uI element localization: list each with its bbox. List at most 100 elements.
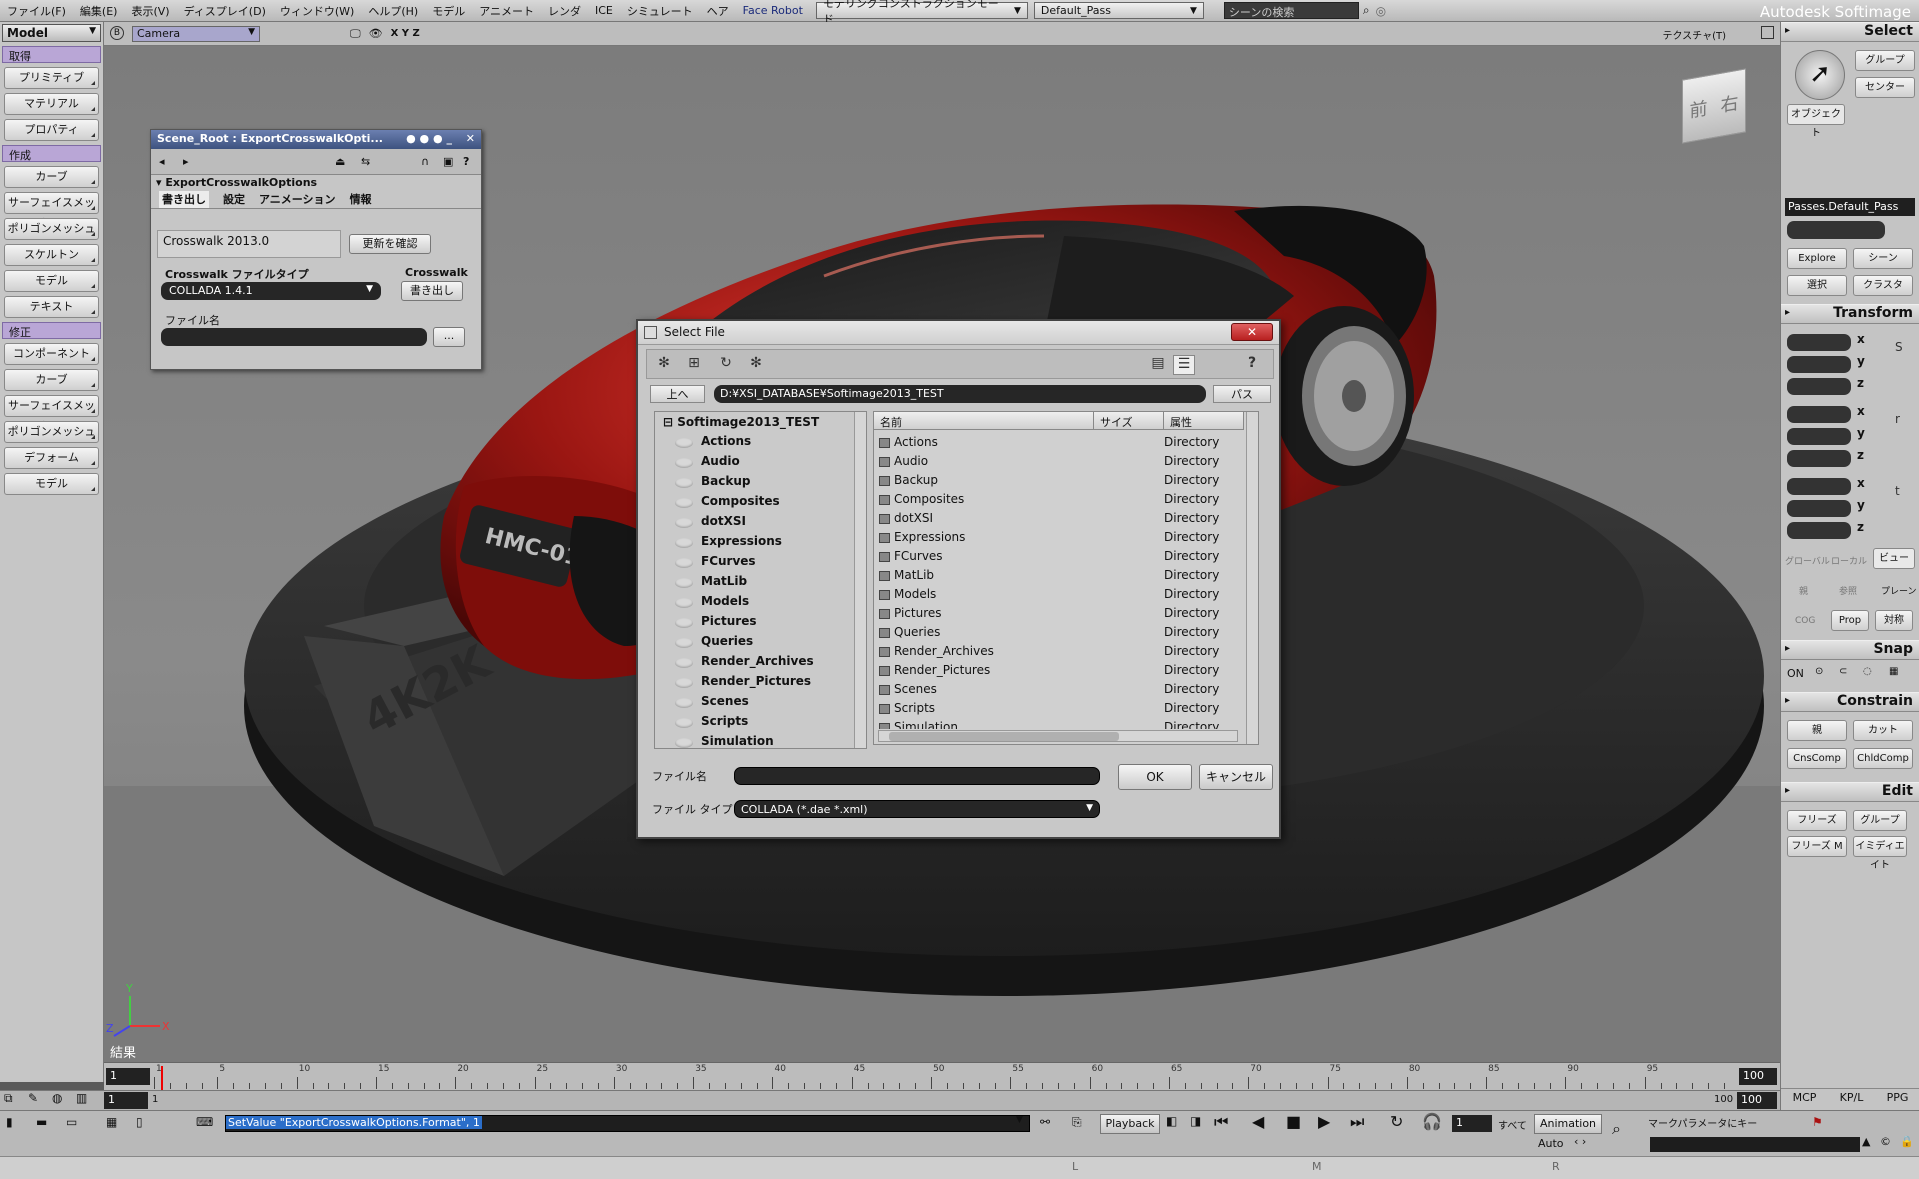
browse-button[interactable]: ... — [433, 327, 465, 347]
select-group-button[interactable]: グループ — [1855, 50, 1915, 71]
menu-edit[interactable]: 編集(E) — [73, 3, 125, 19]
layout-2-icon[interactable]: ▬ — [36, 1115, 47, 1129]
scene-button[interactable]: シーン — [1853, 248, 1913, 269]
create-curve-button[interactable]: カーブ — [4, 166, 99, 188]
explore-button[interactable]: Explore — [1787, 248, 1847, 269]
tab-export[interactable]: 書き出し — [159, 191, 209, 208]
constrain-parent-button[interactable]: 親 — [1787, 720, 1847, 741]
up-folder-button[interactable]: 上へ — [650, 385, 705, 403]
first-frame-icon[interactable]: ⏮ — [1214, 1112, 1228, 1132]
info-icon[interactable]: ● — [433, 132, 443, 145]
tree-item[interactable]: Scripts — [674, 714, 748, 728]
file-list[interactable]: 名前 サイズ 属性 Actions Directory Audio Director… — [873, 411, 1259, 745]
dialog-filename-input[interactable] — [734, 767, 1100, 785]
translate-icon[interactable]: t — [1895, 484, 1900, 498]
ok-button[interactable]: OK — [1118, 764, 1192, 790]
ref-parent[interactable]: 親 — [1799, 584, 1808, 597]
modify-model-button[interactable]: モデル — [4, 473, 99, 495]
cancel-button[interactable]: キャンセル — [1199, 764, 1273, 790]
camera-dropdown[interactable]: Camera ▼ — [132, 25, 260, 42]
view-cube[interactable]: 前 右 — [1682, 68, 1746, 144]
list-item[interactable]: Composites Directory — [874, 491, 1244, 510]
scene-search-input[interactable]: シーンの検索 — [1223, 2, 1359, 19]
clear-search-icon[interactable]: ◎ — [1376, 4, 1386, 18]
translate-z-field[interactable] — [1787, 522, 1851, 539]
list-vertical-scrollbar[interactable] — [1246, 412, 1258, 744]
tree-item[interactable]: Queries — [674, 634, 753, 648]
timeline-start-field[interactable]: 1 — [106, 1068, 150, 1085]
column-attribute[interactable]: 属性 — [1164, 412, 1244, 430]
snap-curve-icon[interactable]: ⊂ — [1839, 666, 1847, 677]
list-item[interactable]: MatLib Directory — [874, 567, 1244, 586]
check-update-button[interactable]: 更新を確認 — [349, 234, 431, 254]
layout-icon[interactable]: ▥ — [76, 1091, 87, 1105]
tree-item[interactable]: Render_Pictures — [674, 674, 811, 688]
minimize-icon[interactable]: _ — [446, 132, 452, 145]
link-icon[interactable]: ⚯ — [1040, 1115, 1050, 1129]
scale-x-field[interactable] — [1787, 334, 1851, 351]
snap-point-icon[interactable]: ⊙ — [1815, 666, 1823, 677]
last-frame-icon[interactable]: ⏭ — [1350, 1112, 1364, 1132]
modify-component-button[interactable]: コンポーネント — [4, 343, 99, 365]
toolbar-mode-dropdown[interactable]: Model ▼ — [2, 24, 101, 42]
tree-root[interactable]: ⊟ Softimage2013_TEST — [663, 415, 819, 429]
snapshot-icon[interactable]: ⧉ — [4, 1091, 13, 1106]
list-item[interactable]: Render_Archives Directory — [874, 643, 1244, 662]
prev-arrow-icon[interactable]: ‹ › — [1574, 1135, 1586, 1148]
close-icon[interactable]: ✕ — [466, 132, 475, 145]
column-name[interactable]: 名前 — [874, 412, 1094, 430]
tree-scrollbar[interactable] — [854, 412, 866, 748]
current-frame-field[interactable]: 1 — [1452, 1115, 1492, 1132]
scale-y-field[interactable] — [1787, 356, 1851, 373]
view-cube-front[interactable]: 前 — [1690, 94, 1708, 123]
scale-z-field[interactable] — [1787, 378, 1851, 395]
menu-animate[interactable]: アニメート — [472, 3, 541, 19]
thumbnail-view-icon[interactable]: ▤ — [1147, 355, 1169, 375]
list-view-icon[interactable]: ☰ — [1173, 355, 1195, 375]
tree-item[interactable]: Actions — [674, 434, 751, 448]
get-primitive-button[interactable]: プリミティブ — [4, 67, 99, 89]
marked-param-field[interactable] — [1650, 1137, 1860, 1152]
new-folder-icon[interactable]: ✻ — [653, 355, 675, 375]
render-icon[interactable]: ◍ — [52, 1091, 62, 1105]
range-start-field[interactable]: 1 — [104, 1092, 148, 1109]
tab-ppg[interactable]: PPG — [1887, 1091, 1909, 1108]
cns-comp-button[interactable]: CnsComp — [1787, 748, 1847, 769]
loop-icon[interactable]: ↻ — [1390, 1112, 1403, 1131]
favorites-icon[interactable]: ✻ — [745, 355, 767, 375]
rotate-z-field[interactable] — [1787, 450, 1851, 467]
tree-item[interactable]: Scenes — [675, 694, 749, 708]
playhead[interactable] — [161, 1066, 163, 1090]
help-icon[interactable]: ? — [1241, 355, 1263, 375]
script-editor-icon[interactable]: ⌨ — [196, 1115, 213, 1129]
get-material-button[interactable]: マテリアル — [4, 93, 99, 115]
select-header[interactable]: Select — [1781, 22, 1919, 42]
tree-item[interactable]: FCurves — [675, 554, 756, 568]
ref-view-button[interactable]: ビュー — [1873, 548, 1915, 569]
snap-grid-icon[interactable]: ▦ — [1889, 666, 1898, 677]
dialog-titlebar[interactable]: Select File ✕ — [638, 321, 1279, 345]
eye-icon[interactable]: 👁 — [369, 27, 383, 40]
pass-dropdown[interactable]: Default_Pass ▼ — [1033, 2, 1204, 19]
timeline-scale[interactable]: 1 5 10 15 20 25 30 35 40 45 50 55 60 65 70 75 80 85 90 95 — [154, 1063, 1725, 1091]
range-end-field[interactable]: 100 — [1737, 1092, 1777, 1109]
selection-field[interactable] — [1787, 221, 1885, 239]
forward-icon[interactable]: ▸ — [183, 155, 189, 168]
crosswalk-filetype-dropdown[interactable]: COLLADA 1.4.1 ▼ — [161, 282, 381, 300]
section-modify[interactable]: 修正 — [2, 322, 101, 339]
timeline-end-field[interactable]: 100 — [1739, 1068, 1777, 1085]
create-surface-mesh-button[interactable]: サーフェイスメッシュ — [4, 192, 99, 229]
filename-input[interactable] — [161, 328, 427, 346]
chld-comp-button[interactable]: ChldComp — [1853, 748, 1913, 769]
list-horizontal-scrollbar[interactable] — [878, 730, 1238, 742]
path-button[interactable]: パス — [1213, 385, 1271, 403]
layout-3-icon[interactable]: ▭ — [66, 1115, 77, 1129]
animation-button[interactable]: Animation — [1534, 1114, 1602, 1134]
tree-item[interactable]: Simulation — [675, 734, 774, 748]
list-item[interactable]: Pictures Directory — [874, 605, 1244, 624]
tab-kpl[interactable]: KP/L — [1840, 1091, 1864, 1108]
play-backward-icon[interactable]: ◀ — [1252, 1112, 1264, 1131]
translate-y-field[interactable] — [1787, 500, 1851, 517]
network-icon[interactable]: ⊞ — [683, 355, 705, 375]
preset-save-icon[interactable]: ⇆ — [361, 155, 370, 168]
